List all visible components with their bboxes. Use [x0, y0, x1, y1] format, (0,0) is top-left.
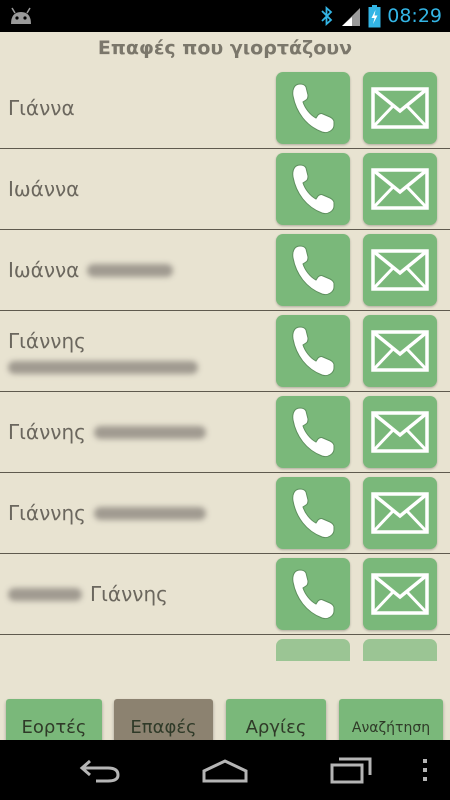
phone-handset-icon [292, 164, 335, 214]
list-item[interactable]: Γιάννα [0, 68, 450, 149]
contact-name-label: Γιάννης [90, 582, 168, 606]
envelope-icon [371, 492, 429, 534]
message-button[interactable] [363, 558, 437, 630]
call-button[interactable] [276, 315, 350, 387]
list-item[interactable] [0, 635, 450, 665]
bluetooth-icon [321, 5, 333, 27]
contact-name: Γιάννης [8, 554, 168, 634]
contact-name-label: Ιωάννα [8, 258, 80, 282]
contact-name-label: Γιάννης [8, 329, 86, 353]
list-item[interactable]: Γιάννης [0, 392, 450, 473]
list-item[interactable]: Γιάννης [0, 311, 450, 392]
android-icon [11, 7, 31, 24]
signal-icon [342, 8, 361, 26]
envelope-icon [371, 330, 429, 372]
message-button[interactable] [363, 396, 437, 468]
call-button[interactable] [276, 639, 350, 661]
contact-name: Ιωάννα [8, 149, 79, 229]
envelope-icon [371, 411, 429, 453]
list-item[interactable]: Ιωάννα [0, 230, 450, 311]
envelope-icon [371, 87, 429, 129]
phone-handset-icon [292, 326, 335, 376]
contact-name-label: Γιάννης [8, 420, 86, 444]
recent-apps-icon[interactable] [328, 755, 374, 785]
battery-charging-icon [368, 4, 381, 27]
message-button[interactable] [363, 639, 437, 661]
call-button[interactable] [276, 477, 350, 549]
envelope-icon [371, 249, 429, 291]
call-button[interactable] [276, 153, 350, 225]
phone-handset-icon [292, 407, 335, 457]
contact-list[interactable]: Γιάννα Ιωάννα Ιωάννα Γιάννης Γιάννης Γιά… [0, 68, 450, 665]
contact-name: Ιωάννα [8, 230, 174, 310]
tab-search[interactable]: Αναζήτηση [339, 699, 443, 740]
redacted-surname [93, 425, 206, 439]
main-content: Επαφές που γιορτάζουν Γιάννα Ιωάννα Ιωάν… [0, 32, 450, 740]
redacted-surname [8, 361, 198, 374]
page-title: Επαφές που γιορτάζουν [97, 37, 353, 59]
contact-name: Γιάννης [8, 311, 198, 391]
envelope-icon [371, 573, 429, 615]
clock: 08:29 [387, 5, 442, 27]
list-item[interactable]: Γιάννης [0, 473, 450, 554]
redacted-surname [8, 587, 82, 601]
back-icon[interactable] [78, 755, 122, 785]
contact-name-label: Ιωάννα [8, 177, 80, 201]
phone-handset-icon [292, 245, 335, 295]
navigation-bar [0, 740, 450, 800]
call-button[interactable] [276, 396, 350, 468]
list-item[interactable]: Ιωάννα [0, 149, 450, 230]
contact-name: Γιάννα [8, 68, 75, 148]
list-item[interactable]: Γιάννης [0, 554, 450, 635]
tab-contacts[interactable]: Επαφές [114, 699, 213, 740]
redacted-surname [93, 506, 206, 520]
phone-handset-icon [292, 488, 335, 538]
envelope-icon [371, 168, 429, 210]
status-bar: 08:29 [0, 0, 450, 32]
bottom-tab-bar: Εορτές Επαφές Αργίες Αναζήτηση [0, 696, 450, 740]
call-button[interactable] [276, 558, 350, 630]
contact-name: Γιάννης [8, 473, 206, 553]
contact-name-label: Γιάννα [8, 96, 75, 120]
tab-public-holidays[interactable]: Αργίες [226, 699, 326, 740]
home-icon[interactable] [200, 755, 250, 785]
overflow-menu-icon[interactable] [418, 755, 432, 785]
phone-handset-icon [292, 569, 335, 619]
message-button[interactable] [363, 315, 437, 387]
contact-name: Γιάννης [8, 392, 206, 472]
phone-handset-icon [292, 83, 335, 133]
message-button[interactable] [363, 477, 437, 549]
tab-holidays[interactable]: Εορτές [6, 699, 102, 740]
contact-name-label: Γιάννης [8, 501, 86, 525]
call-button[interactable] [276, 234, 350, 306]
redacted-surname [87, 263, 174, 277]
message-button[interactable] [363, 234, 437, 306]
message-button[interactable] [363, 72, 437, 144]
message-button[interactable] [363, 153, 437, 225]
call-button[interactable] [276, 72, 350, 144]
